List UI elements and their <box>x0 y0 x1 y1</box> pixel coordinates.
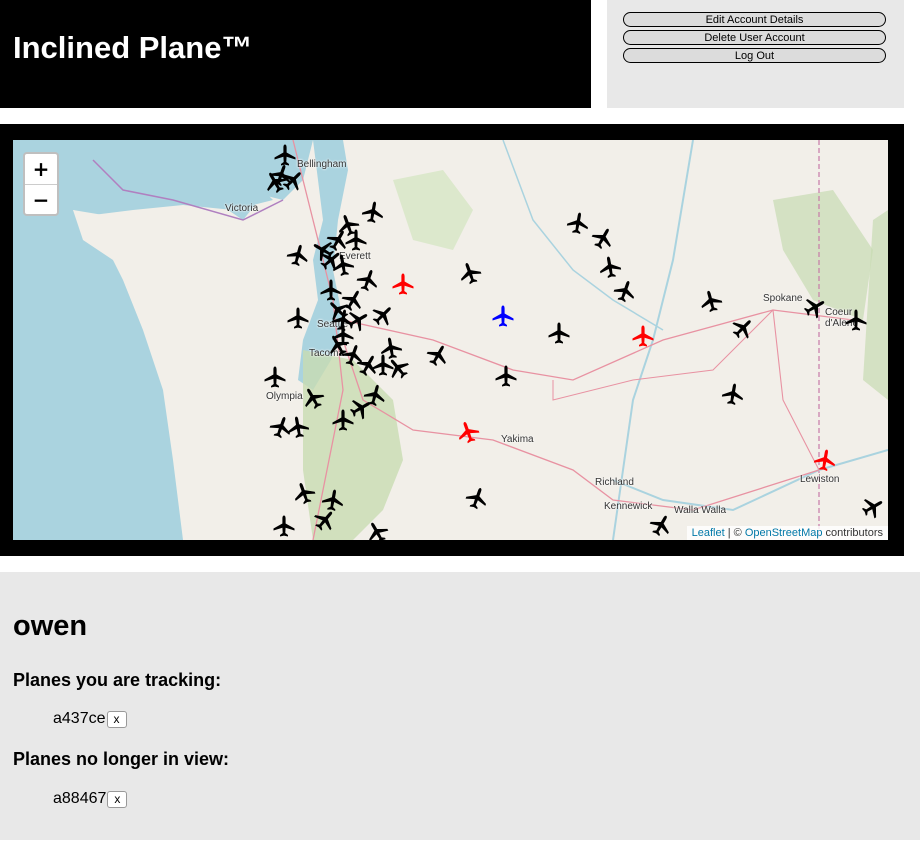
plane-icon[interactable] <box>844 308 868 332</box>
place-label: Yakima <box>501 434 534 445</box>
zoom-in-button[interactable]: + <box>25 154 57 185</box>
attribution-separator: | © <box>724 527 745 539</box>
place-label: Richland <box>595 477 634 488</box>
edit-account-button[interactable]: Edit Account Details <box>623 12 886 27</box>
tracked-plane-icon[interactable] <box>631 324 655 348</box>
username: owen <box>13 610 88 642</box>
osm-link[interactable]: OpenStreetMap <box>745 527 823 539</box>
zoom-out-button[interactable]: − <box>25 185 57 215</box>
user-panel: owen Planes you are tracking: a437ce x P… <box>0 572 920 840</box>
place-label: Kennewick <box>604 501 653 512</box>
plane-icon[interactable] <box>263 365 287 389</box>
app-title: Inclined Plane™ <box>13 30 253 65</box>
leaflet-link[interactable]: Leaflet <box>692 527 725 539</box>
tracked-plane-icon[interactable] <box>811 446 839 474</box>
untrack-button[interactable]: x <box>106 710 127 728</box>
place-label: Bellingham <box>297 159 347 170</box>
plane-icon[interactable] <box>359 198 387 226</box>
plane-icon[interactable] <box>494 364 518 388</box>
place-label: Walla Walla <box>674 505 727 516</box>
selected-plane-icon[interactable] <box>491 304 515 328</box>
delete-account-button[interactable]: Delete User Account <box>623 30 886 45</box>
plane-icon[interactable] <box>344 228 368 252</box>
tracked-plane-id: a437ce <box>53 710 106 727</box>
plane-icon[interactable] <box>564 209 592 237</box>
gone-plane-item: a88467 x <box>53 790 128 808</box>
place-label: Spokane <box>763 293 803 304</box>
place-label: Victoria <box>225 203 259 214</box>
gone-heading: Planes no longer in view: <box>13 749 230 769</box>
tracking-heading: Planes you are tracking: <box>13 670 222 690</box>
attribution-suffix: contributors <box>822 527 883 539</box>
map-frame: Bellingham Victoria Everett Seattle Taco… <box>0 124 904 556</box>
map-tiles <box>13 140 888 540</box>
header-banner: Inclined Plane™ <box>0 0 591 108</box>
plane-icon[interactable] <box>547 321 571 345</box>
plane-icon[interactable] <box>331 408 355 432</box>
tracked-plane-item: a437ce x <box>53 710 127 728</box>
plane-icon[interactable] <box>272 514 296 538</box>
place-label: Lewiston <box>800 474 840 485</box>
gone-plane-id: a88467 <box>53 790 107 807</box>
logout-button[interactable]: Log Out <box>623 48 886 63</box>
account-panel: Edit Account Details Delete User Account… <box>607 0 904 108</box>
tracked-plane-icon[interactable] <box>391 272 415 296</box>
map[interactable]: Bellingham Victoria Everett Seattle Taco… <box>13 140 888 540</box>
zoom-control: + − <box>23 152 59 216</box>
plane-icon[interactable] <box>284 413 312 441</box>
plane-icon[interactable] <box>286 306 310 330</box>
plane-icon[interactable] <box>329 251 357 279</box>
map-attribution: Leaflet | © OpenStreetMap contributors <box>686 526 888 540</box>
plane-icon[interactable] <box>719 380 747 408</box>
remove-gone-button[interactable]: x <box>107 790 128 808</box>
